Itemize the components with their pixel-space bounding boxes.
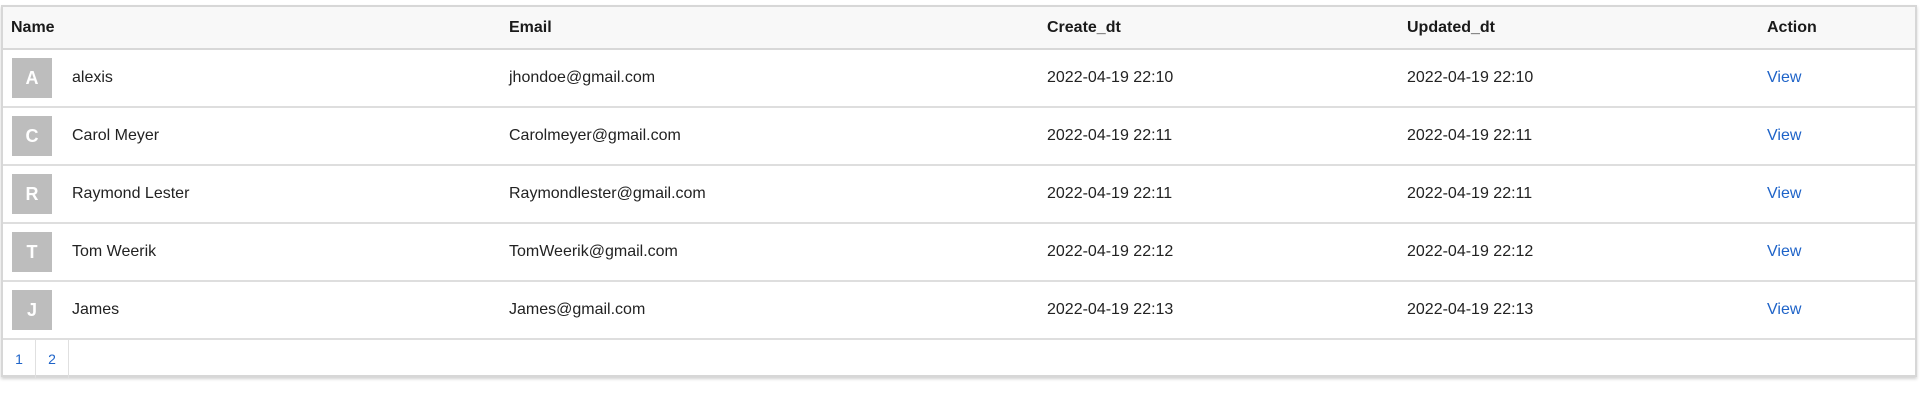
table-row: C Carol Meyer Carolmeyer@gmail.com 2022-… [3, 107, 1915, 166]
updated-date: 2022-04-19 22:10 [1407, 49, 1767, 108]
user-email: jhondoe@gmail.com [509, 49, 1047, 108]
avatar: A [12, 58, 52, 98]
view-link[interactable]: View [1767, 243, 1801, 260]
user-name: James [72, 301, 120, 318]
view-link[interactable]: View [1767, 69, 1801, 86]
user-name: alexis [72, 69, 113, 86]
user-name: Carol Meyer [72, 127, 160, 144]
view-link[interactable]: View [1767, 301, 1801, 318]
updated-date: 2022-04-19 22:12 [1407, 223, 1767, 282]
avatar: T [12, 232, 52, 272]
created-date: 2022-04-19 22:11 [1047, 165, 1407, 224]
avatar: J [12, 290, 52, 330]
name-cell: J James [3, 290, 509, 330]
page-button-2[interactable]: 2 [36, 340, 69, 378]
created-date: 2022-04-19 22:13 [1047, 281, 1407, 340]
user-email: James@gmail.com [509, 281, 1047, 340]
column-header-updated[interactable]: Updated_dt [1407, 7, 1767, 50]
view-link[interactable]: View [1767, 185, 1801, 202]
users-table: Name Email Create_dt Updated_dt Action A… [3, 7, 1915, 340]
avatar: R [12, 174, 52, 214]
column-header-action: Action [1767, 7, 1915, 50]
user-email: Carolmeyer@gmail.com [509, 107, 1047, 166]
created-date: 2022-04-19 22:12 [1047, 223, 1407, 282]
table-row: A alexis jhondoe@gmail.com 2022-04-19 22… [3, 49, 1915, 108]
table-row: T Tom Weerik TomWeerik@gmail.com 2022-04… [3, 223, 1915, 282]
pagination: 1 2 [3, 340, 1915, 378]
user-email: TomWeerik@gmail.com [509, 223, 1047, 282]
name-cell: C Carol Meyer [3, 116, 509, 156]
created-date: 2022-04-19 22:10 [1047, 49, 1407, 108]
user-name: Tom Weerik [72, 243, 157, 260]
user-email: Raymondlester@gmail.com [509, 165, 1047, 224]
user-name: Raymond Lester [72, 185, 190, 202]
column-header-created[interactable]: Create_dt [1047, 7, 1407, 50]
created-date: 2022-04-19 22:11 [1047, 107, 1407, 166]
table-header-row: Name Email Create_dt Updated_dt Action [3, 7, 1915, 50]
name-cell: A alexis [3, 58, 509, 98]
page-button-1[interactable]: 1 [3, 340, 36, 378]
table-row: J James James@gmail.com 2022-04-19 22:13… [3, 281, 1915, 340]
updated-date: 2022-04-19 22:13 [1407, 281, 1767, 340]
view-link[interactable]: View [1767, 127, 1801, 144]
users-table-panel: Name Email Create_dt Updated_dt Action A… [1, 5, 1917, 378]
updated-date: 2022-04-19 22:11 [1407, 165, 1767, 224]
table-row: R Raymond Lester Raymondlester@gmail.com… [3, 165, 1915, 224]
column-header-email[interactable]: Email [509, 7, 1047, 50]
updated-date: 2022-04-19 22:11 [1407, 107, 1767, 166]
avatar: C [12, 116, 52, 156]
name-cell: R Raymond Lester [3, 174, 509, 214]
name-cell: T Tom Weerik [3, 232, 509, 272]
column-header-name[interactable]: Name [3, 7, 509, 50]
